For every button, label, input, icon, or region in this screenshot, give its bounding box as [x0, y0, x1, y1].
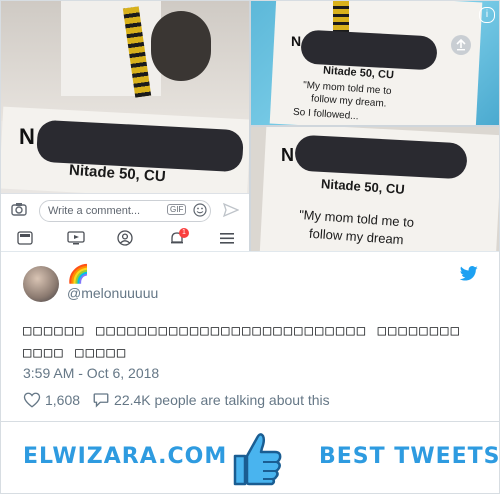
info-icon[interactable]: i — [479, 7, 495, 23]
user-handle[interactable]: @melonuuuuu — [67, 285, 158, 301]
emoji-icon[interactable] — [193, 203, 207, 221]
tagline: BEST TWEETS — [319, 444, 500, 469]
collage-photo-bottom-right[interactable]: N Nitade 50, CU "My mom told me to follo… — [251, 127, 499, 251]
send-icon[interactable] — [222, 202, 240, 222]
name-initial: N — [19, 124, 35, 149]
name-initial: N — [281, 145, 294, 165]
profile-icon[interactable] — [117, 230, 133, 250]
avatar[interactable] — [23, 266, 59, 302]
redaction-bar — [300, 29, 438, 71]
video-icon[interactable] — [67, 231, 85, 249]
collage-photo-left[interactable]: N Nitade 50, CU Write a comment... GIF 1 — [1, 1, 249, 251]
footer-banner: ELWIZARA.COM BEST TWEETS — [1, 421, 500, 493]
collage-photo-top-right[interactable]: N Nitade 50, CU "My mom told me to follo… — [251, 1, 499, 125]
photo-sash — [333, 1, 349, 35]
gif-icon[interactable]: GIF — [167, 204, 187, 215]
newsfeed-icon[interactable] — [17, 231, 33, 249]
tweet-timestamp[interactable]: 3:59 AM - Oct 6, 2018 — [23, 365, 159, 381]
photo-collage[interactable]: N Nitade 50, CU Write a comment... GIF 1… — [1, 1, 499, 251]
photo-hair — [151, 11, 211, 81]
comment-placeholder: Write a comment... — [48, 205, 141, 217]
thumbs-up-icon — [233, 433, 282, 486]
name-initial: N — [291, 33, 302, 49]
tweet-body: 🌈 @melonuuuuu □□□□□□ □□□□□□□□□□□□□□□□□□□… — [1, 251, 499, 422]
like-count[interactable]: 1,608 — [45, 392, 80, 408]
display-name-emoji[interactable]: 🌈 — [67, 264, 89, 284]
tweet-card: N Nitade 50, CU Write a comment... GIF 1… — [0, 0, 500, 494]
upload-icon[interactable] — [451, 35, 471, 55]
tweet-actions: 1,608 22.4K people are talking about thi… — [23, 390, 330, 410]
menu-icon[interactable] — [219, 231, 235, 249]
talking-count[interactable]: 22.4K people are talking about this — [114, 392, 330, 408]
camera-icon[interactable] — [11, 202, 27, 220]
twitter-bird-icon[interactable] — [459, 266, 479, 282]
notification-badge: 1 — [179, 228, 189, 238]
tweet-text: □□□□□□ □□□□□□□□□□□□□□□□□□□□□□□□□□ □□□□□□… — [23, 323, 462, 361]
comment-icon[interactable] — [92, 391, 110, 409]
heart-icon[interactable] — [23, 391, 41, 409]
facebook-comment-bar: Write a comment... GIF 1 — [1, 193, 249, 251]
site-name: ELWIZARA.COM — [23, 444, 228, 469]
